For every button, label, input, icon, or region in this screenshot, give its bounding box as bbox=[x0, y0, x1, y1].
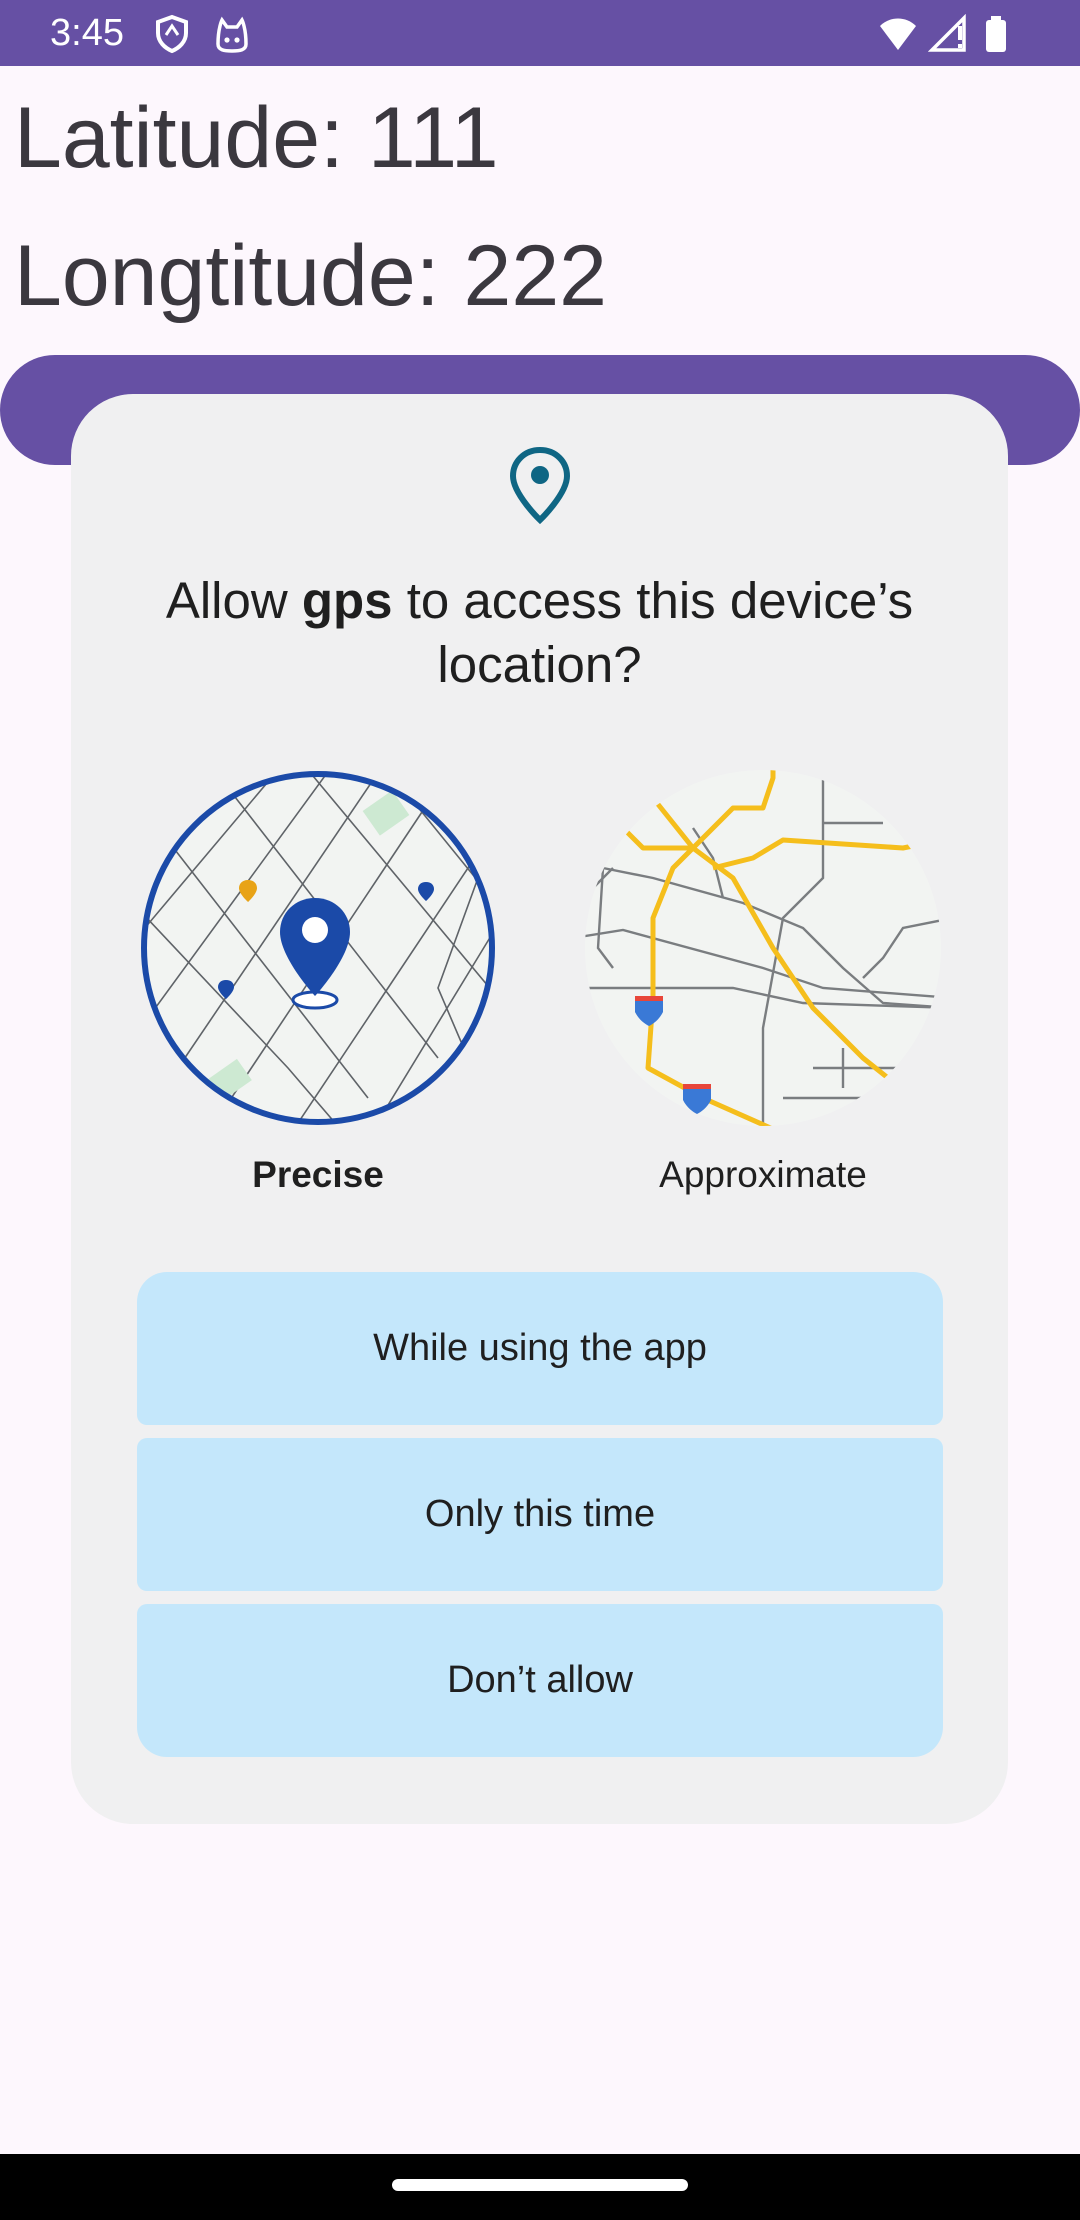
only-this-time-button[interactable]: Only this time bbox=[137, 1438, 943, 1591]
precise-label[interactable]: Precise bbox=[138, 1152, 498, 1198]
wifi-icon bbox=[880, 18, 916, 50]
approximate-location-map[interactable] bbox=[583, 768, 943, 1128]
dialog-title: Allow gps to access this device’s locati… bbox=[111, 569, 968, 697]
shield-icon bbox=[156, 14, 188, 54]
status-time: 3:45 bbox=[50, 12, 124, 54]
title-suffix: to access this device’s location? bbox=[392, 572, 914, 693]
cat-face-icon bbox=[216, 16, 248, 53]
battery-icon bbox=[986, 16, 1006, 52]
dont-allow-button[interactable]: Don’t allow bbox=[137, 1604, 943, 1757]
signal-icon bbox=[928, 14, 966, 52]
longitude-text: Longtitude: 222 bbox=[14, 228, 607, 324]
status-bar: 3:45 bbox=[0, 0, 1080, 66]
approximate-label[interactable]: Approximate bbox=[583, 1152, 943, 1198]
title-prefix: Allow bbox=[165, 572, 302, 629]
while-using-app-button[interactable]: While using the app bbox=[137, 1272, 943, 1425]
latitude-text: Latitude: 111 bbox=[14, 90, 499, 186]
location-pin-icon bbox=[509, 446, 571, 525]
precise-location-map[interactable] bbox=[138, 768, 498, 1128]
home-gesture-handle[interactable] bbox=[392, 2179, 688, 2191]
location-permission-dialog: Allow gps to access this device’s locati… bbox=[71, 394, 1008, 1824]
title-app-name: gps bbox=[301, 572, 393, 629]
